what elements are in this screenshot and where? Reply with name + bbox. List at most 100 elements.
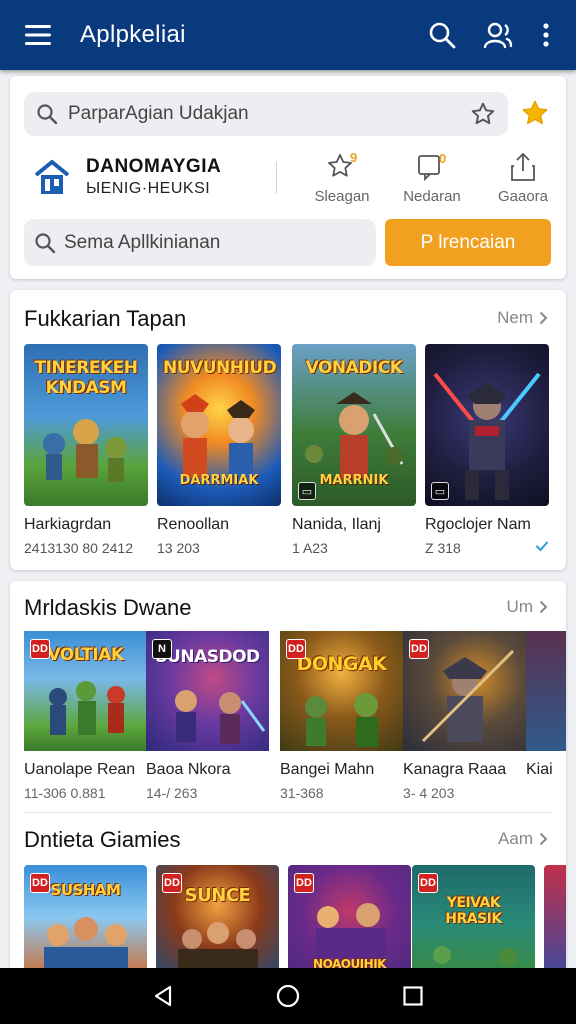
app-name: Kiai <box>526 761 553 778</box>
app-meta: 31-368 <box>280 785 324 801</box>
app-artwork: TINEREKEH KNDASM <box>24 344 148 506</box>
chevron-right-icon <box>539 600 548 614</box>
app-artwork: NUVUNHIUD DARRMIAK <box>157 344 281 506</box>
app-meta: 1 A23 <box>292 540 328 556</box>
artwork-subtitle: MARRNIK <box>319 473 389 488</box>
rating-badge-icon: DD <box>30 639 50 659</box>
app-list-item[interactable]: Kiai <box>526 631 566 779</box>
top-search-bar[interactable]: ParparAgian Udakjan <box>24 92 508 136</box>
search-icon[interactable] <box>422 15 462 55</box>
section-title: Fukkarian Tapan <box>24 306 187 331</box>
app-artwork: ▭ <box>425 344 549 506</box>
app-artwork: SUNASDOD N <box>146 631 269 751</box>
section-title: Dntieta Giamies <box>24 827 181 852</box>
app-list-item[interactable]: DONGAK DD Bangei Mahn 31-368 <box>280 631 403 801</box>
see-more-label: Nem <box>497 308 533 327</box>
rating-badge-icon: DD <box>162 873 182 893</box>
quick-action-sleagan[interactable]: 9 Sleagan <box>297 150 387 210</box>
app-artwork: VONADICK MARRNIK ▭ <box>292 344 416 506</box>
device-icon: ▭ <box>298 482 316 500</box>
app-list-item[interactable]: YEIVAK HRASIK DD <box>412 865 535 981</box>
see-more-link[interactable]: Nem <box>497 308 548 328</box>
rating-badge-icon: N <box>152 639 172 659</box>
app-meta: 2413130 80 2412 <box>24 540 133 556</box>
featured-app-item[interactable]: NUVUNHIUD DARRMIAK Renoollan 13 203 <box>157 344 281 556</box>
developer-subtitle: ЫЕNIG·НEUKSI <box>86 180 211 197</box>
account-icon[interactable] <box>478 15 518 55</box>
quick-action-gaaora[interactable]: Gaaora <box>478 150 566 210</box>
section-title: Mrldaskis Dwane <box>24 595 192 620</box>
menu-icon[interactable] <box>18 15 58 55</box>
header-card: ParparAgian Udakjan DANOMAYGIA ЫЕNIG·НEU… <box>10 76 566 279</box>
app-name: Renoollan <box>157 516 230 533</box>
app-artwork: DD <box>403 631 526 751</box>
check-icon <box>535 541 549 552</box>
app-list-item[interactable] <box>544 865 566 981</box>
developer-name: DANOMAYGIA <box>86 156 222 177</box>
see-more-label: Um <box>506 597 533 616</box>
quick-action-badge: 9 <box>350 150 357 165</box>
star-badge-icon: 9 <box>328 150 357 177</box>
app-meta: 13 203 <box>157 540 200 556</box>
app-meta: 3- 4 203 <box>403 785 455 801</box>
app-name: Rgoclojer Nam <box>425 516 531 533</box>
app-search-input[interactable]: Sema Apllkinianan <box>24 219 376 266</box>
app-artwork: NOAOUIHIK DD <box>288 865 411 981</box>
quick-action-label: Gaaora <box>497 188 549 205</box>
app-name: Harkiagrdan <box>24 516 112 533</box>
app-list-item[interactable]: DD Kanagra Raaa 3- 4 203 <box>403 631 526 801</box>
message-badge-icon: 0 <box>418 151 446 182</box>
quick-action-nedaran[interactable]: 0 Nedaran <box>387 150 477 210</box>
back-icon[interactable] <box>143 976 183 1016</box>
app-meta: Z 318 <box>425 540 549 556</box>
divider <box>24 812 552 813</box>
device-icon: ▭ <box>431 482 449 500</box>
app-list-item[interactable]: SUNASDOD N Baoa Nkora 14-/ 263 <box>146 631 269 801</box>
app-artwork <box>544 865 566 981</box>
quick-action-label: Nedaran <box>403 188 461 205</box>
app-artwork: SUSHAM DD <box>24 865 147 981</box>
app-list-item[interactable]: SUSHAM DD <box>24 865 147 981</box>
quick-action-label: Sleagan <box>314 188 370 205</box>
games-card: Mrldaskis Dwane Um VOLTIAK DD Uanolape R… <box>10 581 566 981</box>
system-nav-bar <box>0 968 576 1024</box>
divider <box>276 162 277 194</box>
star-outline-icon[interactable] <box>470 101 496 127</box>
see-more-link[interactable]: Aam <box>498 829 548 849</box>
app-artwork: VOLTIAK DD <box>24 631 147 751</box>
search-button[interactable]: P lrencaian <box>385 219 551 266</box>
app-name: Uanolape Rean <box>24 761 136 778</box>
app-search-placeholder: Sema Apllkinianan <box>64 231 221 253</box>
app-meta: 14-/ 263 <box>146 785 198 801</box>
more-vert-icon[interactable] <box>534 15 558 55</box>
featured-app-item[interactable]: VONADICK MARRNIK ▭ Nanida, Ilanj 1 A23 <box>292 344 416 556</box>
rating-badge-icon: DD <box>286 639 306 659</box>
app-bar: Aplpkeliai <box>0 0 576 70</box>
app-name: Bangei Mahn <box>280 761 375 778</box>
artwork-title: TINEREKEH KNDASM <box>34 358 138 398</box>
rating-badge-icon: DD <box>30 873 50 893</box>
app-artwork <box>526 631 566 751</box>
see-more-link[interactable]: Um <box>507 597 548 617</box>
app-list-item[interactable]: VOLTIAK DD Uanolape Rean 11-306 0.881 <box>24 631 147 801</box>
app-list-item[interactable]: SUNCE DD <box>156 865 279 981</box>
app-artwork: YEIVAK HRASIK DD <box>412 865 535 981</box>
app-list-item[interactable]: NOAOUIHIK DD <box>288 865 411 981</box>
featured-section: Fukkarian Tapan Nem TINEREKEH KNDASM Har… <box>10 290 566 570</box>
app-artwork: SUNCE DD <box>156 865 279 981</box>
app-artwork: DONGAK DD <box>280 631 403 751</box>
favorite-star-icon[interactable] <box>518 96 552 130</box>
rating-badge-icon: DD <box>418 873 438 893</box>
featured-app-item[interactable]: TINEREKEH KNDASM Harkiagrdan 2413130 80 … <box>24 344 148 556</box>
top-search-placeholder: ParparAgian Udakjan <box>68 103 249 124</box>
artwork-title: NUVUNHIUD <box>163 358 277 378</box>
see-more-label: Aam <box>498 829 533 848</box>
app-name: Baoa Nkora <box>146 761 231 778</box>
artwork-subtitle: DARRMIAK <box>179 473 259 488</box>
developer-info[interactable]: DANOMAYGIA ЫЕNIG·НEUKSI <box>32 156 221 198</box>
home-icon[interactable] <box>268 976 308 1016</box>
search-icon <box>35 232 56 253</box>
featured-app-item[interactable]: ▭ Rgoclojer Nam Z 318 <box>425 344 549 556</box>
recents-icon[interactable] <box>393 976 433 1016</box>
app-name: Nanida, Ilanj <box>292 516 381 533</box>
